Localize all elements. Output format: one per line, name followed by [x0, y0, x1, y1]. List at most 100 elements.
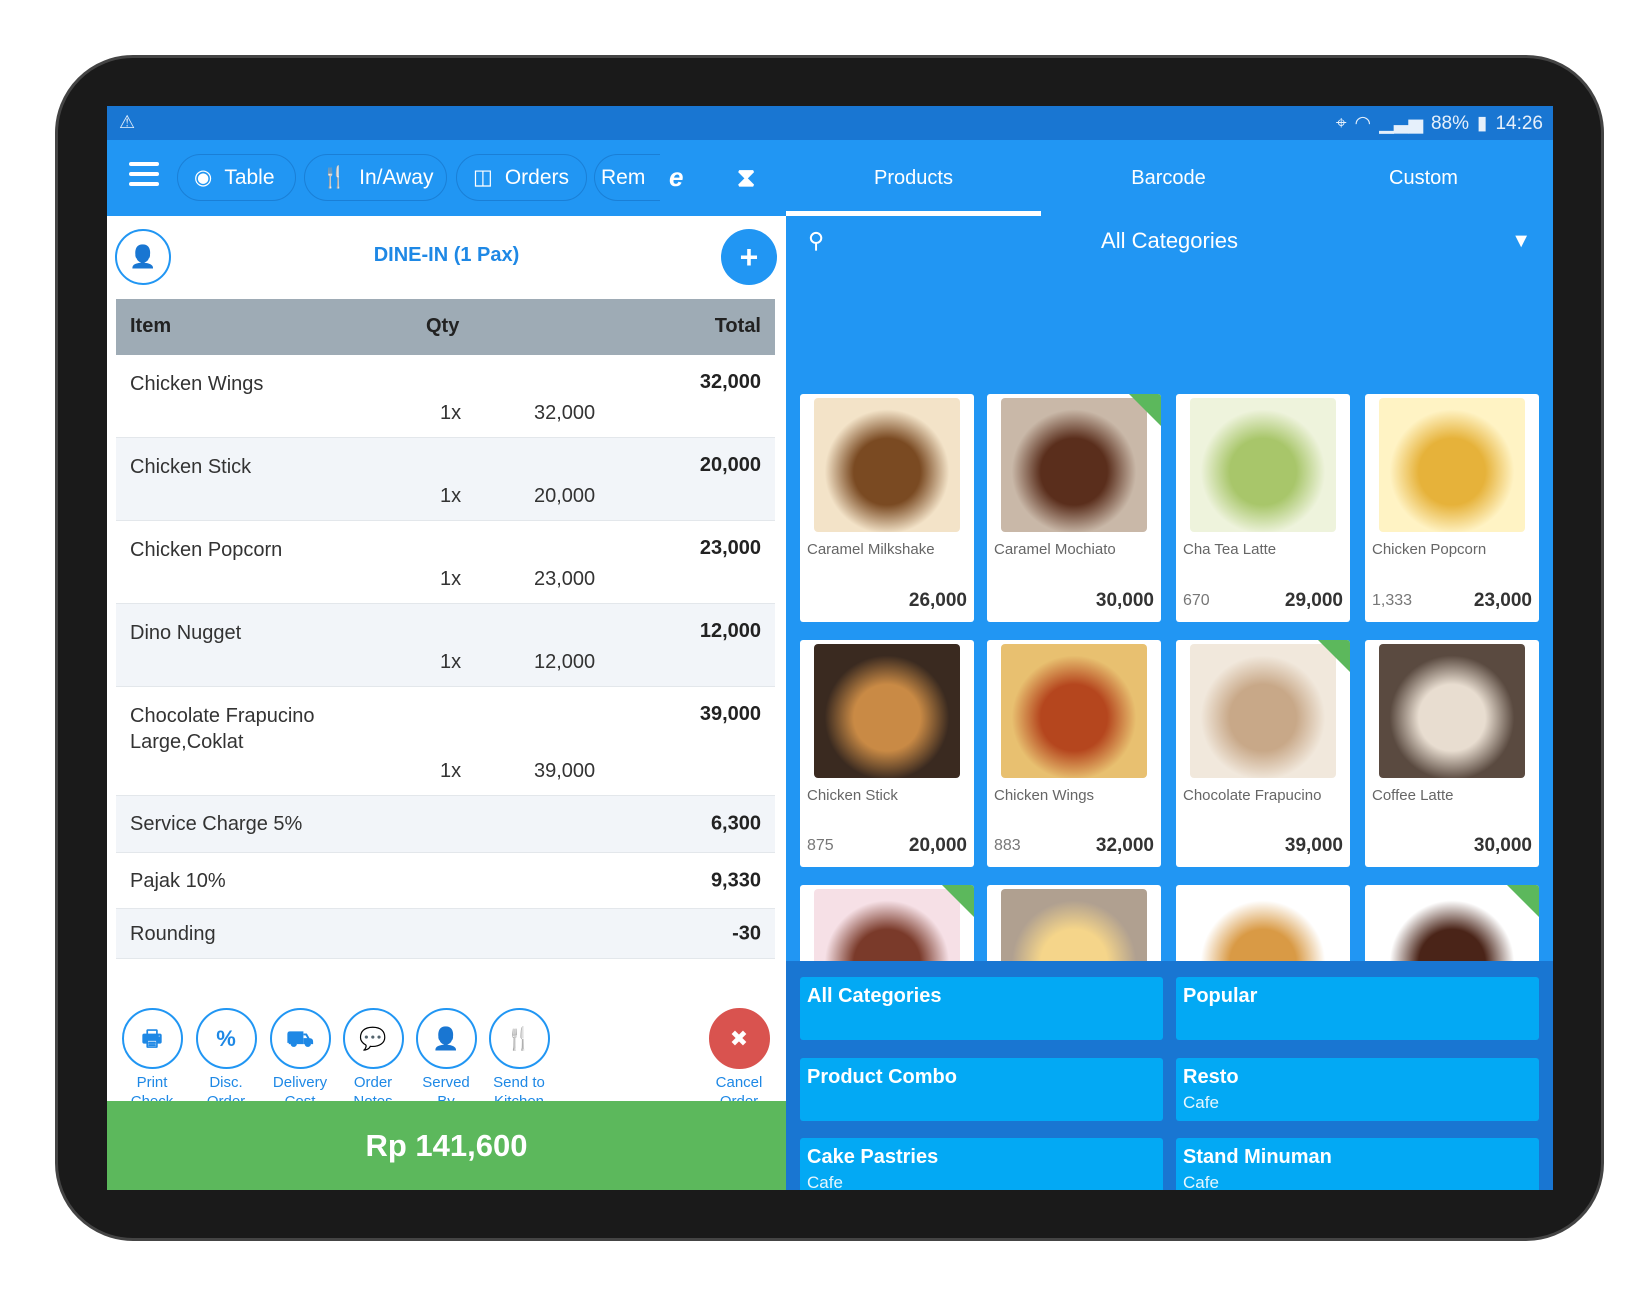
item-qty: 1x [440, 485, 462, 507]
item-name: Chicken Stick [130, 454, 450, 480]
reminder-button[interactable]: Rem [594, 154, 660, 201]
product-card[interactable]: Chicken Popcorn 1,333 23,000 [1365, 394, 1539, 622]
target-icon: ◉ [194, 166, 213, 189]
printer-icon: 🖶 [121, 1008, 183, 1069]
comment-icon: 💬 [342, 1008, 404, 1069]
tab-custom[interactable]: Custom [1296, 140, 1551, 216]
item-qty: 1x [440, 651, 462, 673]
orders-button[interactable]: ◫ Orders [456, 154, 587, 201]
browser-icon[interactable]: e [669, 162, 683, 193]
order-row[interactable]: Chicken Stick 20,000 1x 20,000 [116, 438, 775, 521]
product-image [1001, 398, 1147, 532]
product-price: 32,000 [1095, 835, 1154, 856]
category-tile[interactable]: Popular [1176, 977, 1539, 1040]
order-row[interactable]: Chicken Popcorn 23,000 1x 23,000 [116, 521, 775, 604]
close-icon: ✖ [708, 1008, 770, 1069]
category-selector[interactable]: All Categories [786, 228, 1553, 254]
category-tile[interactable]: Cake Pastries Cafe [800, 1138, 1163, 1190]
product-name: Caramel Mochiato [994, 541, 1116, 558]
product-price: 29,000 [1284, 590, 1343, 611]
battery-icon: ▮ [1476, 113, 1488, 134]
order-panel: 👤 DINE-IN (1 Pax) + Item Qty Total Chick… [107, 216, 786, 1190]
delivery-button[interactable]: ⛟DeliveryCost [263, 1008, 337, 1111]
product-price: 30,000 [1095, 590, 1154, 611]
category-title: Cake Pastries [807, 1146, 939, 1168]
product-name: Coffee Latte [1372, 787, 1454, 804]
item-name-text: Chicken Wings [130, 373, 264, 395]
summary-row: Pajak 10% 9,330 [116, 853, 775, 909]
order-items: Chicken Wings 32,000 1x 32,000 Chicken Stick… [116, 355, 775, 959]
screen: ⚠ ⌖ ◠ ▁▃▅ 88% ▮ 14:26 ◉ Table 🍴 In/Away ◫ O… [107, 106, 1553, 1190]
category-subtitle: Cafe [807, 1173, 843, 1190]
filter-icon[interactable]: ▼ [1511, 230, 1531, 253]
category-tile[interactable]: Product Combo [800, 1058, 1163, 1121]
signal-icon: ▁▃▅ [1379, 113, 1423, 134]
product-name: Caramel Milkshake [807, 541, 935, 558]
order-row[interactable]: Chicken Wings 32,000 1x 32,000 [116, 355, 775, 438]
utensils-icon: 🍴 [488, 1008, 550, 1069]
product-name: Cha Tea Latte [1183, 541, 1277, 558]
category-title: All Categories [807, 985, 942, 1007]
hourglass-icon[interactable]: ⧗ [737, 162, 755, 194]
product-card[interactable]: Chocolate Frapucino 39,000 [1176, 640, 1350, 867]
item-total: 20,000 [699, 454, 761, 476]
action-label: Cancel [715, 1074, 763, 1091]
product-stock: 1,333 [1372, 592, 1413, 609]
category-title: Resto [1183, 1066, 1239, 1088]
product-stock: 883 [994, 837, 1021, 854]
cancel-button[interactable]: ✖CancelOrder [702, 1008, 776, 1111]
featured-flag [942, 885, 974, 917]
category-tile[interactable]: All Categories [800, 977, 1163, 1040]
order-row[interactable]: Dino Nugget 12,000 1x 12,000 [116, 604, 775, 687]
product-card[interactable]: Coffee Latte 30,000 [1365, 640, 1539, 867]
item-name: Dino Nugget [130, 620, 450, 646]
pay-total-button[interactable]: Rp 141,600 [107, 1101, 786, 1190]
category-tile[interactable]: Resto Cafe [1176, 1058, 1539, 1121]
product-card[interactable]: Chicken Stick 875 20,000 [800, 640, 974, 867]
item-price: 12,000 [534, 651, 596, 673]
item-name-text: Chocolate Frapucino [130, 705, 315, 727]
in-away-button[interactable]: 🍴 In/Away [304, 154, 447, 201]
print-button[interactable]: 🖶PrintCheck [115, 1008, 189, 1111]
tab-barcode[interactable]: Barcode [1041, 140, 1296, 216]
item-name-text: Chicken Popcorn [130, 539, 283, 561]
summary-label: Service Charge 5% [130, 813, 303, 835]
warning-icon: ⚠ [119, 112, 136, 132]
table-button[interactable]: ◉ Table [177, 154, 296, 201]
summary-row: Rounding -30 [116, 909, 775, 959]
summary-value: 9,330 [710, 869, 761, 891]
product-price: 30,000 [1473, 835, 1532, 856]
utensils-icon: 🍴 [321, 165, 348, 189]
item-variant: Large,Coklat [130, 731, 244, 753]
order-row[interactable]: Chocolate Frapucino Large,Coklat 39,000 1x 3… [116, 687, 775, 796]
product-card[interactable]: Cha Tea Latte 670 29,000 [1176, 394, 1350, 622]
product-image [1190, 644, 1336, 778]
product-card[interactable]: Chicken Wings 883 32,000 [987, 640, 1161, 867]
clock: 14:26 [1495, 112, 1543, 134]
send-to-button[interactable]: 🍴Send toKitchen [482, 1008, 556, 1111]
item-total: 12,000 [699, 620, 761, 642]
disc--button[interactable]: %Disc.Order [189, 1008, 263, 1111]
served-button[interactable]: 👤ServedBy [409, 1008, 483, 1111]
product-image [1001, 644, 1147, 778]
product-price: 26,000 [908, 590, 967, 611]
product-image [1190, 398, 1336, 532]
product-price: 20,000 [908, 835, 967, 856]
category-tile[interactable]: Stand Minuman Cafe [1176, 1138, 1539, 1190]
product-card[interactable]: Caramel Milkshake 26,000 [800, 394, 974, 622]
tab-products[interactable]: Products [786, 140, 1041, 216]
order-button[interactable]: 💬OrderNotes [336, 1008, 410, 1111]
header-qty: Qty [426, 315, 460, 337]
product-price: 39,000 [1284, 835, 1343, 856]
featured-flag [1129, 394, 1161, 426]
add-button[interactable]: + [721, 229, 777, 285]
table-header: Item Qty Total [116, 299, 775, 355]
menu-button[interactable] [129, 162, 159, 186]
summary-label: Pajak 10% [130, 869, 226, 892]
product-name: Chicken Popcorn [1372, 541, 1487, 558]
columns-icon: ◫ [473, 166, 493, 189]
product-card[interactable]: Caramel Mochiato 30,000 [987, 394, 1161, 622]
header-item: Item [130, 315, 172, 337]
order-mode[interactable]: DINE-IN (1 Pax) [107, 244, 786, 267]
action-label: Disc. [209, 1074, 243, 1091]
